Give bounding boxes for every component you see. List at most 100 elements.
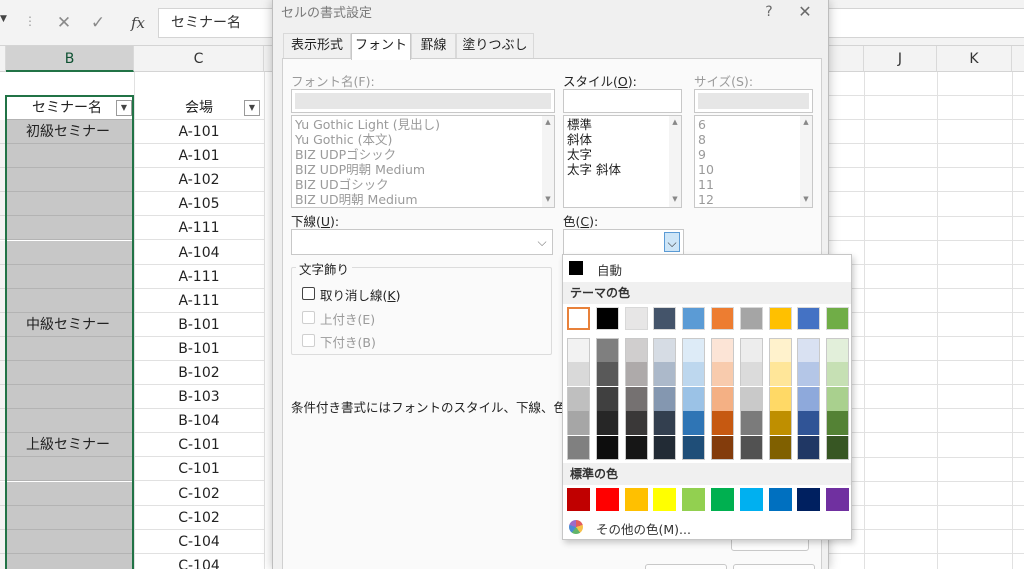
font-option[interactable]: BIZ UD明朝 Medium <box>295 192 418 207</box>
theme-shade-swatch[interactable] <box>711 362 734 386</box>
standard-color-swatch[interactable] <box>596 488 619 511</box>
theme-shade-swatch[interactable] <box>596 411 619 435</box>
scroll-down-icon[interactable]: ▼ <box>669 195 681 203</box>
theme-shade-swatch[interactable] <box>797 436 820 460</box>
cancel-button[interactable] <box>733 564 815 569</box>
size-option[interactable]: 6 <box>698 117 706 132</box>
theme-color-swatch[interactable] <box>797 307 820 330</box>
column-header-i[interactable] <box>829 46 864 72</box>
chevron-down-icon[interactable]: ⌵ <box>664 232 680 252</box>
enter-icon[interactable]: ✓ <box>86 11 110 35</box>
theme-shade-swatch[interactable] <box>653 411 676 435</box>
theme-shade-swatch[interactable] <box>653 436 676 460</box>
theme-shade-swatch[interactable] <box>625 362 648 386</box>
cell-venue[interactable]: C-101 <box>134 433 264 457</box>
theme-shade-swatch[interactable] <box>682 411 705 435</box>
style-option[interactable]: 太字 <box>567 147 592 162</box>
close-icon[interactable]: ✕ <box>793 0 817 24</box>
theme-color-swatch[interactable] <box>682 307 705 330</box>
cell-venue[interactable]: C-101 <box>134 457 264 481</box>
tab-border[interactable]: 罫線 <box>411 33 456 59</box>
theme-shade-swatch[interactable] <box>740 387 763 411</box>
theme-shade-swatch[interactable] <box>797 338 820 362</box>
standard-color-swatch[interactable] <box>740 488 763 511</box>
theme-shade-swatch[interactable] <box>711 411 734 435</box>
filter-button-c[interactable]: ▼ <box>244 100 260 116</box>
automatic-color-swatch[interactable] <box>569 261 583 275</box>
ok-button[interactable] <box>645 564 727 569</box>
theme-color-swatch[interactable] <box>567 307 590 330</box>
cell-venue[interactable]: C-104 <box>134 554 264 569</box>
theme-shade-swatch[interactable] <box>740 436 763 460</box>
superscript-checkbox[interactable] <box>302 311 315 324</box>
font-option[interactable]: Yu Gothic (本文) <box>295 132 392 147</box>
theme-shade-swatch[interactable] <box>682 362 705 386</box>
theme-color-swatch[interactable] <box>740 307 763 330</box>
theme-color-swatch[interactable] <box>625 307 648 330</box>
font-name-input[interactable] <box>291 89 555 113</box>
theme-color-swatch[interactable] <box>596 307 619 330</box>
theme-shade-swatch[interactable] <box>682 436 705 460</box>
theme-shade-swatch[interactable] <box>826 338 849 362</box>
theme-shade-swatch[interactable] <box>826 362 849 386</box>
chevron-down-icon[interactable]: ⌵ <box>534 232 550 252</box>
standard-color-swatch[interactable] <box>711 488 734 511</box>
cell-venue[interactable]: A-104 <box>134 241 264 265</box>
cell-venue[interactable]: A-105 <box>134 192 264 216</box>
scroll-down-icon[interactable]: ▼ <box>800 195 812 203</box>
theme-shade-swatch[interactable] <box>826 387 849 411</box>
standard-color-swatch[interactable] <box>826 488 849 511</box>
size-list-scrollbar[interactable]: ▲ ▼ <box>800 116 812 207</box>
standard-color-swatch[interactable] <box>682 488 705 511</box>
theme-color-swatch[interactable] <box>711 307 734 330</box>
font-option[interactable]: BIZ UDPゴシック <box>295 147 396 162</box>
theme-shade-swatch[interactable] <box>567 411 590 435</box>
cancel-icon[interactable]: ✕ <box>52 11 76 35</box>
scroll-up-icon[interactable]: ▲ <box>542 118 554 126</box>
scroll-up-icon[interactable]: ▲ <box>800 118 812 126</box>
insert-function-icon[interactable]: fx <box>126 11 150 35</box>
theme-shade-swatch[interactable] <box>567 362 590 386</box>
cell-venue[interactable]: B-102 <box>134 361 264 385</box>
underline-select[interactable]: ⌵ <box>291 229 553 255</box>
theme-shade-swatch[interactable] <box>797 362 820 386</box>
font-option[interactable]: Yu Gothic Light (見出し) <box>295 117 440 132</box>
cell-venue[interactable]: A-111 <box>134 216 264 240</box>
theme-shade-swatch[interactable] <box>740 362 763 386</box>
cell-venue[interactable]: B-104 <box>134 409 264 433</box>
theme-shade-swatch[interactable] <box>653 362 676 386</box>
namebox-dropdown-icon[interactable]: ▼ <box>0 14 10 32</box>
column-header-k[interactable]: K <box>937 46 1012 72</box>
theme-shade-swatch[interactable] <box>653 338 676 362</box>
font-name-list[interactable]: Yu Gothic Light (見出し) Yu Gothic (本文) BIZ… <box>291 115 555 208</box>
color-select[interactable]: ⌵ <box>563 229 684 255</box>
size-list[interactable]: 6 8 9 10 11 12 ▲ ▼ <box>694 115 813 208</box>
strikethrough-checkbox[interactable] <box>302 287 315 300</box>
cell-venue[interactable]: A-111 <box>134 265 264 289</box>
theme-shade-swatch[interactable] <box>653 387 676 411</box>
scroll-down-icon[interactable]: ▼ <box>542 195 554 203</box>
font-option[interactable]: BIZ UDP明朝 Medium <box>295 162 425 177</box>
theme-shade-swatch[interactable] <box>596 436 619 460</box>
tab-font[interactable]: フォント <box>351 33 411 60</box>
size-option[interactable]: 12 <box>698 192 714 207</box>
theme-shade-swatch[interactable] <box>711 436 734 460</box>
theme-color-swatch[interactable] <box>653 307 676 330</box>
theme-shade-swatch[interactable] <box>567 436 590 460</box>
subscript-checkbox[interactable] <box>302 334 315 347</box>
cell-venue[interactable]: B-101 <box>134 313 264 337</box>
theme-shade-swatch[interactable] <box>769 411 792 435</box>
standard-color-swatch[interactable] <box>653 488 676 511</box>
theme-shade-swatch[interactable] <box>769 436 792 460</box>
theme-shade-swatch[interactable] <box>826 411 849 435</box>
column-header-b[interactable]: B <box>6 46 134 72</box>
font-option[interactable]: BIZ UDゴシック <box>295 177 389 192</box>
cell-venue[interactable]: B-103 <box>134 385 264 409</box>
standard-color-swatch[interactable] <box>567 488 590 511</box>
size-input[interactable] <box>694 89 813 113</box>
theme-shade-swatch[interactable] <box>740 338 763 362</box>
theme-shade-swatch[interactable] <box>769 338 792 362</box>
theme-shade-swatch[interactable] <box>711 338 734 362</box>
cell-venue[interactable]: A-101 <box>134 120 264 144</box>
theme-shade-swatch[interactable] <box>711 387 734 411</box>
